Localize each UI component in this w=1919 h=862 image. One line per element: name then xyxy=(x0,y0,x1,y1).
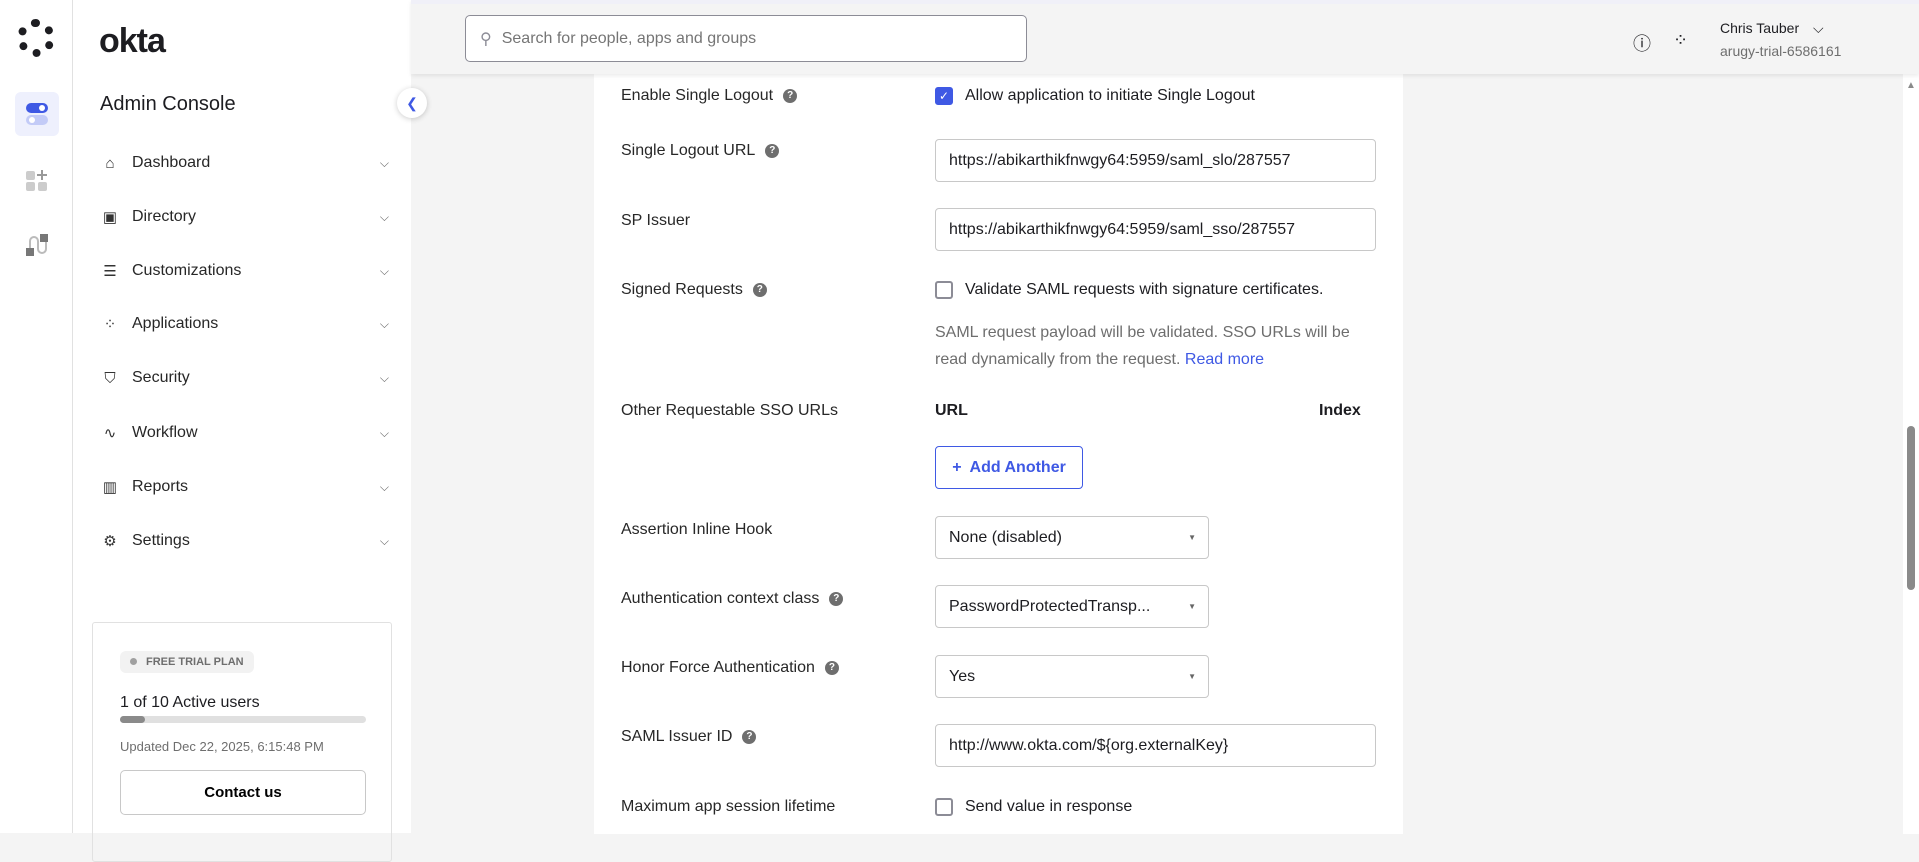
scroll-up-icon: ▲ xyxy=(1906,80,1916,91)
collapse-sidebar-button[interactable]: ❮ xyxy=(397,88,427,118)
help-icon[interactable]: ⓘ xyxy=(1633,30,1651,56)
plus-icon: + xyxy=(952,458,962,476)
other-sso-label: Other Requestable SSO URLs xyxy=(621,402,838,419)
plan-card: FREE TRIAL PLAN 1 of 10 Active users Upd… xyxy=(92,622,392,862)
signed-requests-label: Signed Requests? xyxy=(621,281,767,299)
user-name: Chris Tauber xyxy=(1720,20,1800,36)
sidebar-item-label: Settings xyxy=(132,532,190,549)
slo-url-label: Single Logout URL? xyxy=(621,142,780,160)
sidebar-item-label: Dashboard xyxy=(132,154,211,171)
home-icon: ⌂ xyxy=(105,154,115,172)
admin-toggle-icon[interactable] xyxy=(15,92,59,136)
workflow-icon[interactable] xyxy=(15,223,59,267)
checkbox-checked-icon: ✓ xyxy=(935,87,953,105)
chevron-down-icon: ⌵ xyxy=(379,425,389,440)
page-scrollbar[interactable]: ▲ xyxy=(1903,74,1919,834)
sidebar-item-label: Workflow xyxy=(132,424,198,441)
chevron-down-icon: ⌵ xyxy=(379,316,389,331)
sidebar-item-label: Directory xyxy=(132,208,197,225)
index-column-header: Index xyxy=(1319,402,1361,419)
help-icon: ? xyxy=(752,283,767,297)
slo-url-input[interactable]: https://abikarthikfnwgy64:5959/saml_slo/… xyxy=(935,139,1376,182)
checkbox-unchecked-icon xyxy=(935,281,953,299)
inline-hook-select[interactable]: None (disabled) xyxy=(935,516,1209,559)
org-name: arugy-trial-6586161 xyxy=(1720,43,1842,59)
shield-icon: ⛉ xyxy=(104,369,116,387)
admin-console-title: Admin Console xyxy=(100,93,236,115)
search-icon: ⚲ xyxy=(480,30,492,48)
chevron-left-icon: ❮ xyxy=(406,94,418,111)
help-icon: ? xyxy=(829,592,844,606)
force-auth-select[interactable]: Yes xyxy=(935,655,1209,698)
max-session-label: Maximum app session lifetime xyxy=(621,798,836,815)
top-header: ⚲ ⓘ ⁘ Chris Tauber ⌵ arugy-trial-6586161 xyxy=(411,0,1919,74)
url-column-header: URL xyxy=(935,402,968,419)
help-icon: ? xyxy=(742,730,757,744)
active-users-progress xyxy=(120,716,366,723)
search-input[interactable] xyxy=(501,29,1002,48)
checkbox-unchecked-icon xyxy=(935,798,953,816)
sidebar-item-label: Reports xyxy=(132,478,189,495)
saml-settings-form: Enable Single Logout? ✓ Allow application… xyxy=(594,74,1403,834)
read-more-link[interactable]: Read more xyxy=(1185,351,1264,368)
app-rail xyxy=(0,0,73,833)
chevron-down-icon: ⌵ xyxy=(379,263,389,278)
auth-context-label: Authentication context class? xyxy=(621,590,844,608)
sidebar-item-security[interactable]: ⛉ Security ⌵ xyxy=(99,360,389,396)
help-icon: ? xyxy=(765,144,780,158)
sidebar-item-customizations[interactable]: ☰ Customizations ⌵ xyxy=(99,253,389,289)
chevron-down-icon: ⌵ xyxy=(379,479,389,494)
sidebar-item-workflow[interactable]: ∿ Workflow ⌵ xyxy=(99,415,389,451)
sidebar-item-dashboard[interactable]: ⌂ Dashboard ⌵ xyxy=(99,145,389,181)
sidebar-item-label: Customizations xyxy=(132,262,242,279)
single-logout-label: Enable Single Logout? xyxy=(621,87,798,105)
issuer-id-label: SAML Issuer ID? xyxy=(621,728,757,746)
single-logout-checkbox[interactable]: ✓ Allow application to initiate Single Lo… xyxy=(935,87,1255,105)
sidebar-item-label: Security xyxy=(132,369,190,386)
directory-icon: ▣ xyxy=(102,209,118,226)
sp-issuer-label: SP Issuer xyxy=(621,212,691,229)
sliders-icon: ☰ xyxy=(103,263,117,280)
sidebar-item-applications[interactable]: ⁘ Applications ⌵ xyxy=(99,306,389,342)
updated-timestamp: Updated Dec 22, 2025, 6:15:48 PM xyxy=(120,739,324,754)
apps-icon: ⁘ xyxy=(103,316,117,333)
okta-wordmark: okta xyxy=(99,22,166,60)
issuer-id-input[interactable]: http://www.okta.com/${org.externalKey} xyxy=(935,724,1376,767)
plan-badge: FREE TRIAL PLAN xyxy=(120,651,254,673)
search-box[interactable]: ⚲ xyxy=(465,15,1027,62)
sidebar-item-label: Applications xyxy=(132,315,219,332)
sp-issuer-input[interactable]: https://abikarthikfnwgy64:5959/saml_sso/… xyxy=(935,208,1376,251)
workflow-icon: ∿ xyxy=(103,425,117,442)
help-icon: ? xyxy=(783,89,798,103)
chevron-down-icon: ⌵ xyxy=(379,155,389,170)
help-icon: ? xyxy=(824,661,839,675)
sidebar-item-directory[interactable]: ▣ Directory ⌵ xyxy=(99,199,389,235)
add-another-button[interactable]: + Add Another xyxy=(935,446,1083,489)
user-menu[interactable]: Chris Tauber ⌵ arugy-trial-6586161 xyxy=(1720,20,1841,59)
auth-context-select[interactable]: PasswordProtectedTransp... xyxy=(935,585,1209,628)
active-users-count: 1 of 10 Active users xyxy=(120,694,260,711)
gear-icon: ⚙ xyxy=(103,533,117,550)
inline-hook-label: Assertion Inline Hook xyxy=(621,521,773,538)
contact-us-button[interactable]: Contact us xyxy=(120,770,366,815)
apps-grid-icon[interactable]: ⁘ xyxy=(1673,30,1688,56)
signed-requests-checkbox[interactable]: Validate SAML requests with signature ce… xyxy=(935,281,1323,299)
chevron-down-icon: ⌵ xyxy=(1813,20,1824,36)
sidebar-item-settings[interactable]: ⚙ Settings ⌵ xyxy=(99,523,389,559)
max-session-checkbox[interactable]: Send value in response xyxy=(935,798,1132,816)
sidebar-item-reports[interactable]: ▥ Reports ⌵ xyxy=(99,469,389,505)
chevron-down-icon: ⌵ xyxy=(379,209,389,224)
add-apps-icon[interactable] xyxy=(15,159,59,203)
force-auth-label: Honor Force Authentication? xyxy=(621,659,839,677)
signed-requests-help: SAML request payload will be validated. … xyxy=(935,324,1350,368)
chevron-down-icon: ⌵ xyxy=(379,370,389,385)
scrollbar-thumb[interactable] xyxy=(1907,426,1915,590)
reports-icon: ▥ xyxy=(102,479,118,496)
sidebar: okta Admin Console ⌂ Dashboard ⌵ ▣ Director… xyxy=(73,0,411,862)
okta-logo-icon xyxy=(17,19,55,57)
chevron-down-icon: ⌵ xyxy=(379,533,389,548)
